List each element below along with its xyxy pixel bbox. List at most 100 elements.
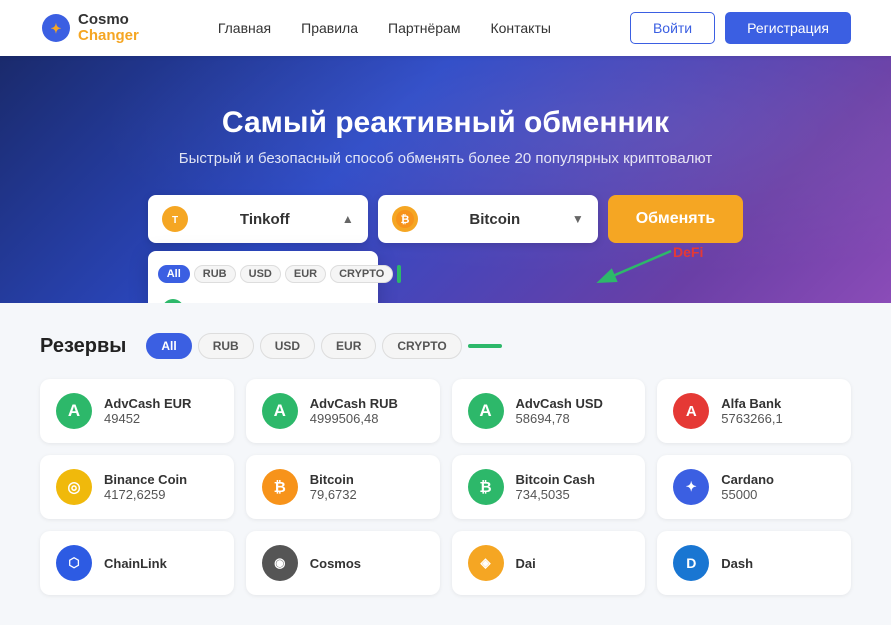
dropdown-filters: All RUB USD EUR CRYPTO	[148, 259, 378, 291]
alfa-bank-card-info: Alfa Bank 5763266,1	[721, 396, 782, 426]
exchange-button[interactable]: Обменять	[608, 195, 744, 243]
res-filter-all[interactable]: All	[146, 333, 191, 359]
svg-text:₿: ₿	[400, 214, 409, 226]
cardano-amount: 55000	[721, 487, 774, 502]
bitcoin-name: Bitcoin	[310, 472, 357, 487]
cardano-card-icon: ✦	[673, 469, 709, 505]
bitcoin-cash-name: Bitcoin Cash	[516, 472, 595, 487]
hero-section: Самый реактивный обменник Быстрый и безо…	[0, 56, 891, 303]
binance-coin-amount: 4172,6259	[104, 487, 187, 502]
from-arrow-icon: ▲	[342, 212, 354, 226]
reserve-card-cardano: ✦ Cardano 55000	[657, 455, 851, 519]
alfa-bank-name: Alfa Bank	[721, 396, 782, 411]
dash-name: Dash	[721, 556, 753, 571]
bitcoin-amount: 79,6732	[310, 487, 357, 502]
to-arrow-icon: ▼	[572, 212, 584, 226]
cosmos-card-icon: ◉	[262, 545, 298, 581]
binance-coin-card-info: Binance Coin 4172,6259	[104, 472, 187, 502]
exchange-widget: T Tinkoff ▲ All RUB USD EUR CRYPTO A Adv…	[40, 195, 851, 243]
advcash-rub-card-info: AdvCash RUB 4999506,48	[310, 396, 398, 426]
to-select[interactable]: ₿ Bitcoin ▼	[378, 195, 598, 243]
bitcoin-cash-card-icon: ₿	[468, 469, 504, 505]
filter-all[interactable]: All	[158, 265, 190, 283]
cosmos-name: Cosmos	[310, 556, 361, 571]
from-select[interactable]: T Tinkoff ▲ All RUB USD EUR CRYPTO A Adv…	[148, 195, 368, 243]
reserve-card-advcash-eur: A AdvCash EUR 49452	[40, 379, 234, 443]
dropdown-item-advcash-eur[interactable]: A AdvCash EUR	[148, 291, 378, 303]
binance-coin-name: Binance Coin	[104, 472, 187, 487]
from-label: Tinkoff	[196, 211, 334, 228]
cardano-card-info: Cardano 55000	[721, 472, 774, 502]
res-filter-eur[interactable]: EUR	[321, 333, 376, 359]
dash-card-info: Dash	[721, 556, 753, 571]
logo-text: Cosmo Changer	[78, 12, 139, 45]
main-nav: Главная Правила Партнёрам Контакты	[218, 20, 551, 36]
dropdown-panel: All RUB USD EUR CRYPTO A AdvCash EUR P P…	[148, 251, 378, 303]
cardano-name: Cardano	[721, 472, 774, 487]
res-filter-defi[interactable]	[468, 344, 502, 348]
advcash-eur-amount: 49452	[104, 411, 191, 426]
advcash-rub-amount: 4999506,48	[310, 411, 398, 426]
advcash-eur-icon: A	[162, 299, 184, 303]
header-buttons: Войти Регистрация	[630, 12, 851, 44]
filter-usd[interactable]: USD	[240, 265, 281, 283]
reserve-card-binance-coin: ◎ Binance Coin 4172,6259	[40, 455, 234, 519]
to-label: Bitcoin	[426, 211, 564, 228]
reserve-card-bitcoin-cash: ₿ Bitcoin Cash 734,5035	[452, 455, 646, 519]
nav-contacts[interactable]: Контакты	[490, 20, 550, 36]
nav-home[interactable]: Главная	[218, 20, 271, 36]
advcash-usd-amount: 58694,78	[516, 411, 603, 426]
cosmos-card-info: Cosmos	[310, 556, 361, 571]
login-button[interactable]: Войти	[630, 12, 715, 44]
binance-coin-card-icon: ◎	[56, 469, 92, 505]
register-button[interactable]: Регистрация	[725, 12, 851, 44]
bitcoin-cash-card-info: Bitcoin Cash 734,5035	[516, 472, 595, 502]
advcash-eur-name: AdvCash EUR	[104, 396, 191, 411]
nav-partners[interactable]: Партнёрам	[388, 20, 460, 36]
defi-annotation: DeFi	[591, 246, 671, 286]
advcash-eur-card-info: AdvCash EUR 49452	[104, 396, 191, 426]
reserves-grid: A AdvCash EUR 49452 A AdvCash RUB 499950…	[40, 379, 851, 595]
reserves-header: Резервы All RUB USD EUR CRYPTO	[40, 333, 851, 359]
hero-subtitle: Быстрый и безопасный способ обменять бол…	[40, 150, 851, 167]
advcash-eur-label: AdvCash EUR	[192, 303, 276, 304]
res-filter-usd[interactable]: USD	[260, 333, 315, 359]
alfa-bank-card-icon: A	[673, 393, 709, 429]
logo[interactable]: ✦ Cosmo Changer	[40, 12, 139, 45]
filter-crypto[interactable]: CRYPTO	[330, 265, 393, 283]
reserve-card-alfa-bank: A Alfa Bank 5763266,1	[657, 379, 851, 443]
hero-title: Самый реактивный обменник	[40, 106, 851, 140]
advcash-rub-name: AdvCash RUB	[310, 396, 398, 411]
filter-eur[interactable]: EUR	[285, 265, 326, 283]
res-filter-crypto[interactable]: CRYPTO	[382, 333, 461, 359]
bitcoin-card-icon: ₿	[262, 469, 298, 505]
chainlink-card-icon: ⬡	[56, 545, 92, 581]
advcash-usd-name: AdvCash USD	[516, 396, 603, 411]
reserve-card-advcash-usd: A AdvCash USD 58694,78	[452, 379, 646, 443]
bitcoin-cash-amount: 734,5035	[516, 487, 595, 502]
reserve-card-advcash-rub: A AdvCash RUB 4999506,48	[246, 379, 440, 443]
reserves-section: Резервы All RUB USD EUR CRYPTO A AdvCash…	[0, 303, 891, 625]
advcash-usd-card-info: AdvCash USD 58694,78	[516, 396, 603, 426]
to-coin-icon: ₿	[392, 206, 418, 232]
chainlink-name: ChainLink	[104, 556, 167, 571]
dai-card-info: Dai	[516, 556, 536, 571]
res-filter-rub[interactable]: RUB	[198, 333, 254, 359]
advcash-usd-card-icon: A	[468, 393, 504, 429]
reserves-title: Резервы	[40, 335, 126, 358]
defi-label-text: DeFi	[673, 244, 703, 260]
advcash-eur-card-icon: A	[56, 393, 92, 429]
nav-rules[interactable]: Правила	[301, 20, 358, 36]
from-coin-icon: T	[162, 206, 188, 232]
reserves-filters: All RUB USD EUR CRYPTO	[146, 333, 501, 359]
reserve-card-chainlink: ⬡ ChainLink	[40, 531, 234, 595]
header: ✦ Cosmo Changer Главная Правила Партнёра…	[0, 0, 891, 56]
bitcoin-card-info: Bitcoin 79,6732	[310, 472, 357, 502]
alfa-bank-amount: 5763266,1	[721, 411, 782, 426]
filter-rub[interactable]: RUB	[194, 265, 236, 283]
reserve-card-dash: D Dash	[657, 531, 851, 595]
reserve-card-bitcoin: ₿ Bitcoin 79,6732	[246, 455, 440, 519]
filter-defi-dropdown[interactable]	[397, 265, 401, 283]
chainlink-card-info: ChainLink	[104, 556, 167, 571]
dai-name: Dai	[516, 556, 536, 571]
